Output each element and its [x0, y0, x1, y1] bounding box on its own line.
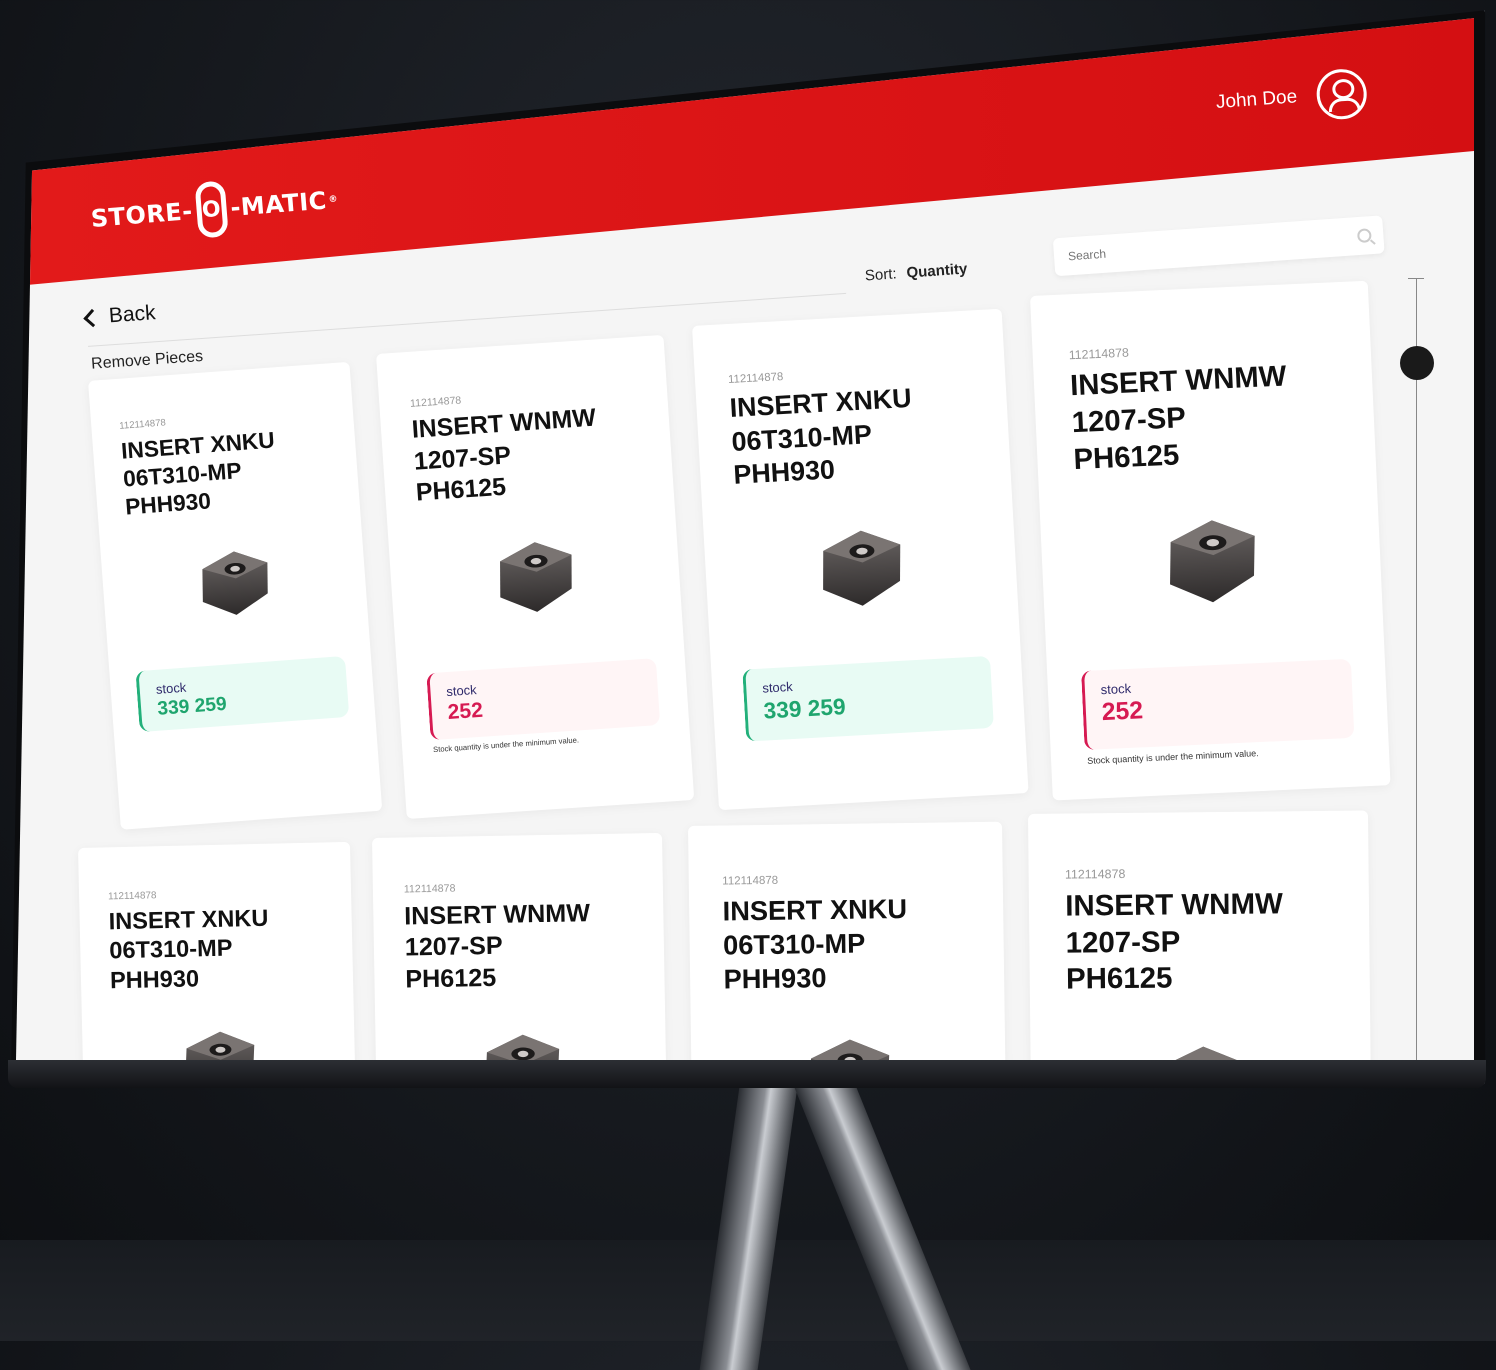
product-name: INSERT WNMW 1207-SP PH6125: [404, 899, 591, 994]
search-box[interactable]: [1052, 215, 1385, 277]
back-label: Back: [108, 301, 157, 328]
product-sku: 112114878: [107, 889, 157, 902]
product-card[interactable]: 112114878 INSERT XNKU 06T310-MP PHH930 st…: [88, 361, 383, 830]
insert-part-image: [1147, 511, 1276, 621]
product-sku: 112114878: [727, 370, 784, 386]
product-card[interactable]: 112114878 INSERT XNKU 06T310-MP PHH930: [688, 821, 1006, 1060]
insert-part-image: [467, 1028, 575, 1060]
product-card[interactable]: 112114878 INSERT WNMW 1207-SP PH6125 stoc…: [1030, 280, 1391, 801]
stock-indicator: stock 339 259: [742, 656, 994, 743]
product-name: INSERT XNKU 06T310-MP PHH930: [728, 383, 913, 491]
product-name: INSERT WNMW 1207-SP PH6125: [1065, 887, 1283, 997]
stock-indicator: stock 339 259: [135, 655, 350, 732]
product-sku: 112114878: [722, 874, 779, 888]
app-screen: STORE- O -MATIC ® John Doe Back Remove P…: [16, 18, 1474, 1060]
scrollbar-thumb[interactable]: [1400, 346, 1434, 380]
insert-part-image: [790, 1032, 906, 1060]
insert-part-image: [168, 1025, 270, 1060]
stock-indicator: stock 252: [1080, 659, 1355, 751]
monitor-bezel-bottom: [8, 1060, 1486, 1088]
logo-registered: ®: [328, 194, 339, 206]
product-card[interactable]: 112114878 INSERT XNKU 06T310-MP PHH930: [78, 841, 356, 1060]
stock-indicator: stock 252: [426, 657, 661, 741]
user-name: John Doe: [1215, 86, 1298, 113]
search-icon[interactable]: [1356, 228, 1372, 244]
logo-text-left: STORE-: [89, 197, 194, 233]
user-menu[interactable]: John Doe: [1214, 67, 1369, 128]
stock-warning-note: Stock quantity is under the minimum valu…: [1086, 748, 1259, 766]
product-name: INSERT XNKU 06T310-MP PHH930: [120, 426, 276, 520]
product-sku: 112114878: [403, 882, 456, 896]
sort-value[interactable]: Quantity: [906, 260, 968, 281]
product-card[interactable]: 112114878 INSERT XNKU 06T310-MP PHH930 st…: [692, 308, 1029, 811]
product-name: INSERT WNMW 1207-SP PH6125: [410, 403, 597, 507]
product-sku: 112114878: [1064, 867, 1126, 883]
product-name: INSERT XNKU 06T310-MP PHH930: [722, 893, 908, 995]
section-title: Remove Pieces: [90, 347, 204, 373]
insert-part-image: [1138, 1038, 1264, 1060]
search-input[interactable]: [1065, 231, 1311, 265]
sort-label: Sort:: [864, 265, 898, 285]
product-card[interactable]: 112114878 INSERT WNMW 1207-SP PH6125: [1028, 810, 1371, 1060]
product-name: INSERT XNKU 06T310-MP PHH930: [108, 904, 269, 994]
scrollbar-track[interactable]: [1416, 278, 1417, 1060]
product-sku: 112114878: [1068, 345, 1130, 363]
insert-part-image: [184, 542, 286, 631]
product-card[interactable]: 112114878 INSERT WNMW 1207-SP PH6125: [372, 832, 667, 1060]
product-name: INSERT WNMW 1207-SP PH6125: [1069, 359, 1288, 476]
product-sku: 112114878: [118, 417, 167, 432]
product-card[interactable]: 112114878 INSERT WNMW 1207-SP PH6125 stoc…: [376, 334, 695, 819]
product-sku: 112114878: [409, 394, 462, 410]
monitor: STORE- O -MATIC ® John Doe Back Remove P…: [0, 0, 1496, 1341]
logo-o-mark: O: [194, 180, 229, 239]
insert-part-image: [480, 533, 591, 629]
insert-part-image: [802, 521, 921, 623]
user-avatar-icon[interactable]: [1315, 67, 1369, 121]
chevron-left-icon: [83, 308, 102, 327]
logo-text-right: -MATIC: [229, 186, 328, 222]
